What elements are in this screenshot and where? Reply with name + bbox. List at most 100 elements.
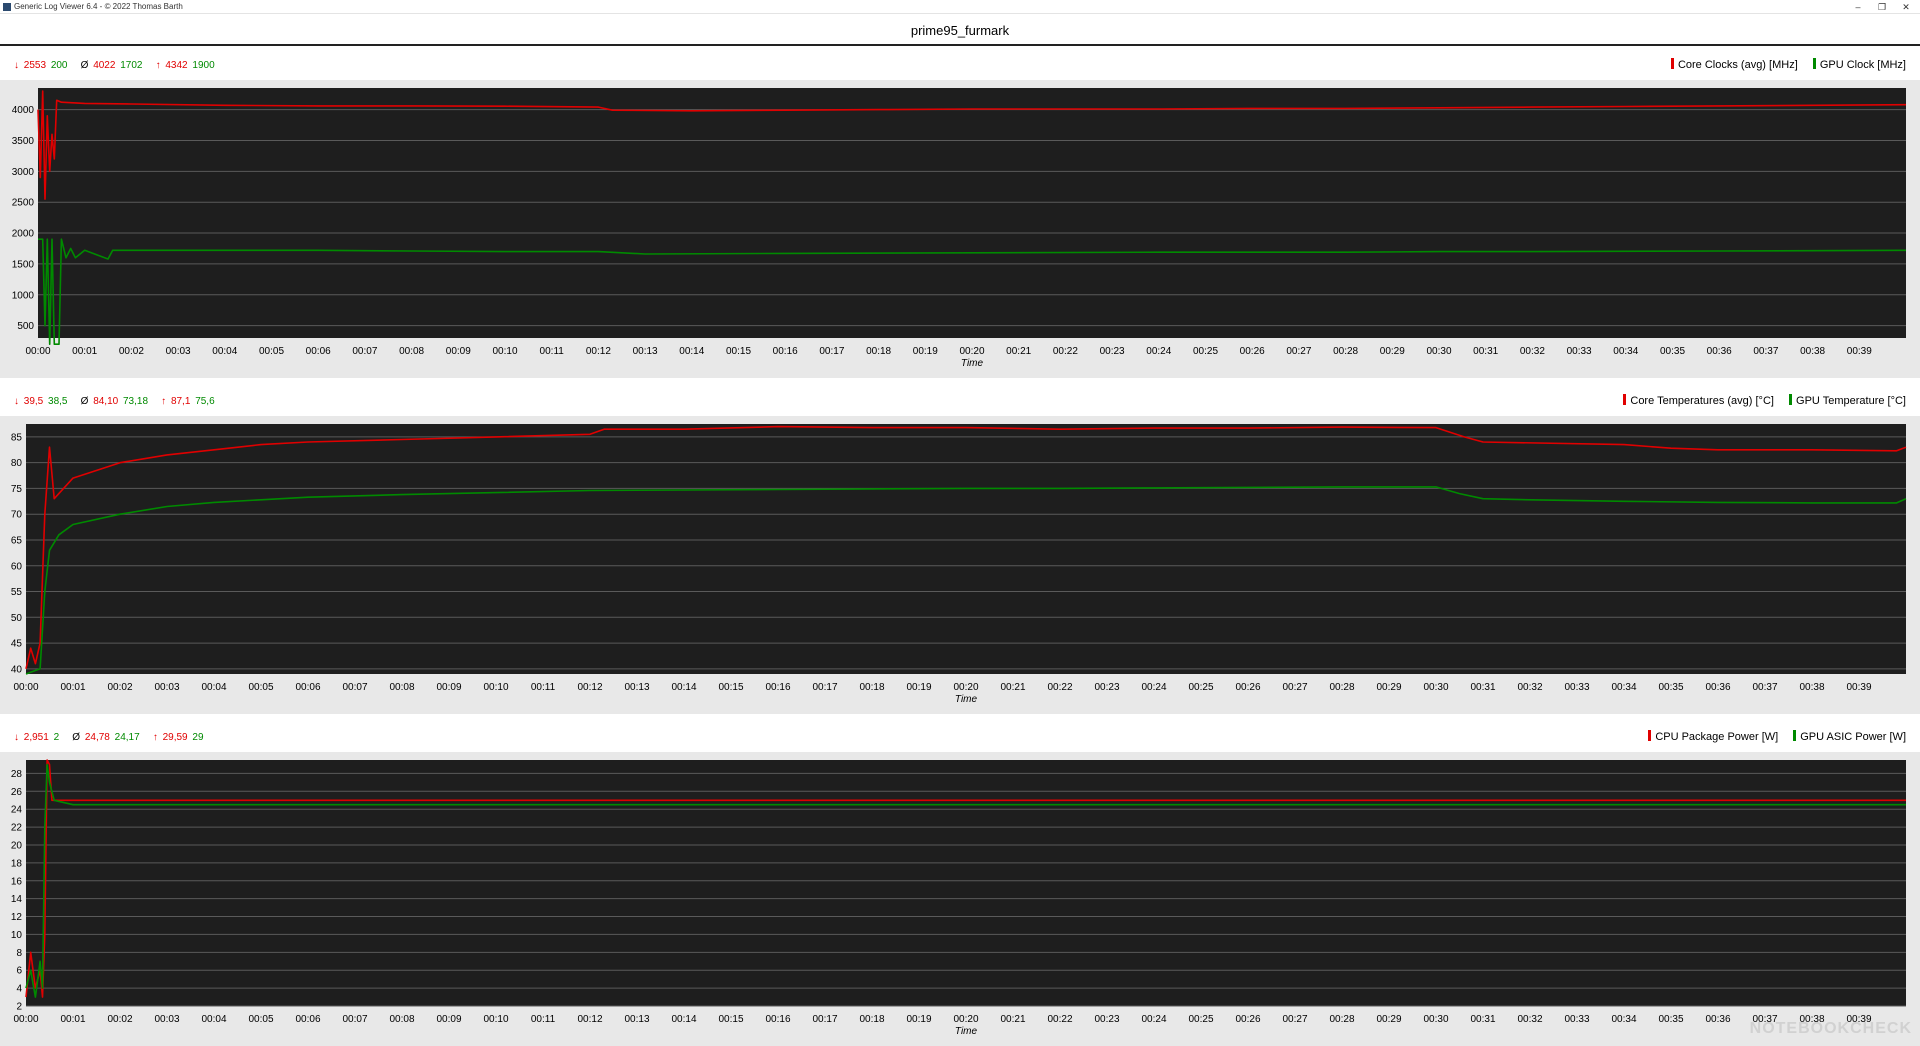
- x-tick-label: 00:31: [1473, 346, 1498, 357]
- legend-item-gpu-clock[interactable]: GPU Clock [MHz]: [1812, 58, 1906, 71]
- max-value-a: 4342: [165, 60, 188, 71]
- x-tick-label: 00:13: [624, 682, 649, 693]
- legend-item-gpu-power[interactable]: GPU ASIC Power [W]: [1793, 730, 1906, 743]
- y-tick-label: 75: [11, 484, 23, 495]
- x-tick-label: 00:02: [119, 346, 144, 357]
- y-tick-label: 80: [11, 458, 23, 469]
- y-tick-label: 20: [11, 840, 23, 851]
- x-tick-label: 00:03: [154, 1014, 179, 1025]
- restore-button[interactable]: ❐: [1872, 1, 1892, 13]
- y-tick-label: 1500: [12, 259, 35, 270]
- y-tick-label: 4: [16, 984, 22, 995]
- x-tick-label: 00:18: [859, 1014, 884, 1025]
- x-tick-label: 00:10: [492, 346, 517, 357]
- y-tick-label: 4000: [12, 105, 35, 116]
- y-tick-label: 3000: [12, 167, 35, 178]
- x-tick-label: 00:26: [1235, 1014, 1260, 1025]
- x-tick-label: 00:00: [13, 682, 38, 693]
- y-tick-label: 500: [17, 321, 34, 332]
- avg-value-a: 24,78: [84, 732, 110, 743]
- x-tick-label: 00:37: [1753, 346, 1778, 357]
- x-tick-label: 00:25: [1188, 1014, 1213, 1025]
- legend-swatch-green: [1812, 58, 1816, 69]
- x-tick-label: 00:03: [166, 346, 191, 357]
- y-tick-label: 40: [11, 664, 23, 675]
- legend-swatch-green: [1789, 394, 1793, 405]
- x-tick-label: 00:13: [633, 346, 658, 357]
- legend-label: CPU Package Power [W]: [1655, 731, 1779, 743]
- max-symbol: ↑: [155, 60, 161, 71]
- max-value-b: 29: [192, 732, 204, 743]
- min-symbol: ↓: [14, 60, 19, 71]
- y-tick-label: 3500: [12, 136, 35, 147]
- chart-temperatures[interactable]: 40 45 50 55 60 65 70 75 80 85 00:00 00:01 00:02 00:03…: [0, 416, 1920, 714]
- y-tick-label: 60: [11, 561, 23, 572]
- x-tick-label: 00:10: [483, 682, 508, 693]
- y-tick-label: 28: [11, 769, 23, 780]
- legend-item-core-clocks[interactable]: Core Clocks (avg) [MHz]: [1670, 58, 1798, 71]
- close-button[interactable]: ✕: [1896, 1, 1916, 13]
- x-tick-label: 00:14: [671, 682, 696, 693]
- y-tick-label: 24: [11, 805, 23, 816]
- x-tick-label: 00:19: [913, 346, 938, 357]
- y-tick-label: 2500: [12, 198, 35, 209]
- x-tick-label: 00:10: [483, 1014, 508, 1025]
- x-tick-label: 00:01: [60, 1014, 85, 1025]
- x-tick-label: 00:20: [959, 346, 984, 357]
- x-tick-label: 00:18: [859, 682, 884, 693]
- legend-item-cpu-power[interactable]: CPU Package Power [W]: [1648, 730, 1778, 743]
- panel-3-chart-area: 2 4 6 8 10 12 14 16 18 20 22 24 26 28 00:00 00:01 00:02 0…: [0, 752, 1920, 1046]
- x-axis-title: Time: [955, 1026, 978, 1037]
- x-tick-label: 00:19: [906, 682, 931, 693]
- min-value-a: 2553: [23, 60, 47, 71]
- y-tick-label: 12: [11, 912, 23, 923]
- avg-value-b: 73,18: [123, 396, 149, 407]
- x-tick-label: 00:33: [1564, 1014, 1589, 1025]
- chart-clocks[interactable]: 500 1000 1500 2000 2500 3000 3500 4000 00:00 00:0…: [0, 80, 1920, 378]
- chart-power[interactable]: 24681012141618202224262800:00 00:01 00:02 0…: [0, 752, 1920, 1046]
- y-tick-label: 18: [11, 858, 23, 869]
- x-tick-label: 00:16: [765, 682, 790, 693]
- min-value-b: 2: [53, 732, 60, 743]
- x-tick-label: 00:04: [201, 682, 226, 693]
- x-tick-label: 00:38: [1800, 346, 1825, 357]
- x-tick-label: 00:25: [1193, 346, 1218, 357]
- plot-background: [26, 424, 1906, 674]
- x-tick-label: 00:22: [1053, 346, 1078, 357]
- document-title: prime95_furmark: [910, 23, 1010, 38]
- x-tick-label: 00:22: [1047, 682, 1072, 693]
- legend-item-core-temps[interactable]: Core Temperatures (avg) [°C]: [1623, 394, 1774, 407]
- x-tick-label: 00:25: [1188, 682, 1213, 693]
- x-tick-label: 00:11: [531, 1014, 556, 1025]
- x-tick-label: 00:35: [1658, 682, 1683, 693]
- app-icon: [3, 3, 11, 11]
- minimize-button[interactable]: –: [1848, 1, 1868, 13]
- x-tick-label: 00:16: [765, 1014, 790, 1025]
- x-tick-label: 00:04: [212, 346, 237, 357]
- min-value-b: 38,5: [48, 396, 68, 407]
- x-tick-label: 00:09: [446, 346, 471, 357]
- panel-1-legend: Core Clocks (avg) [MHz] GPU Clock [MHz]: [1659, 58, 1906, 71]
- y-tick-label: 16: [11, 876, 23, 887]
- x-tick-label: 00:23: [1100, 346, 1125, 357]
- x-tick-label: 00:14: [679, 346, 704, 357]
- legend-item-gpu-temp[interactable]: GPU Temperature [°C]: [1789, 394, 1906, 407]
- x-tick-label: 00:28: [1329, 682, 1354, 693]
- x-tick-label: 00:04: [201, 1014, 226, 1025]
- x-tick-label: 00:30: [1426, 346, 1451, 357]
- y-tick-label: 8: [16, 948, 22, 959]
- legend-label: Core Clocks (avg) [MHz]: [1677, 59, 1798, 71]
- x-tick-label: 00:23: [1094, 1014, 1119, 1025]
- window-title: Generic Log Viewer 6.4 - © 2022 Thomas B…: [14, 2, 183, 11]
- plot-background: [26, 760, 1906, 1006]
- x-tick-label: 00:29: [1376, 682, 1401, 693]
- x-tick-label: 00:08: [389, 1014, 414, 1025]
- x-tick-label: 00:07: [342, 1014, 367, 1025]
- x-tick-label: 00:05: [248, 1014, 273, 1025]
- x-tick-label: 00:37: [1752, 682, 1777, 693]
- window-titlebar: Generic Log Viewer 6.4 - © 2022 Thomas B…: [0, 0, 1920, 14]
- x-tick-label: 00:24: [1141, 682, 1166, 693]
- x-tick-label: 00:18: [866, 346, 891, 357]
- y-tick-label: 65: [11, 535, 23, 546]
- x-tick-label: 00:12: [577, 1014, 602, 1025]
